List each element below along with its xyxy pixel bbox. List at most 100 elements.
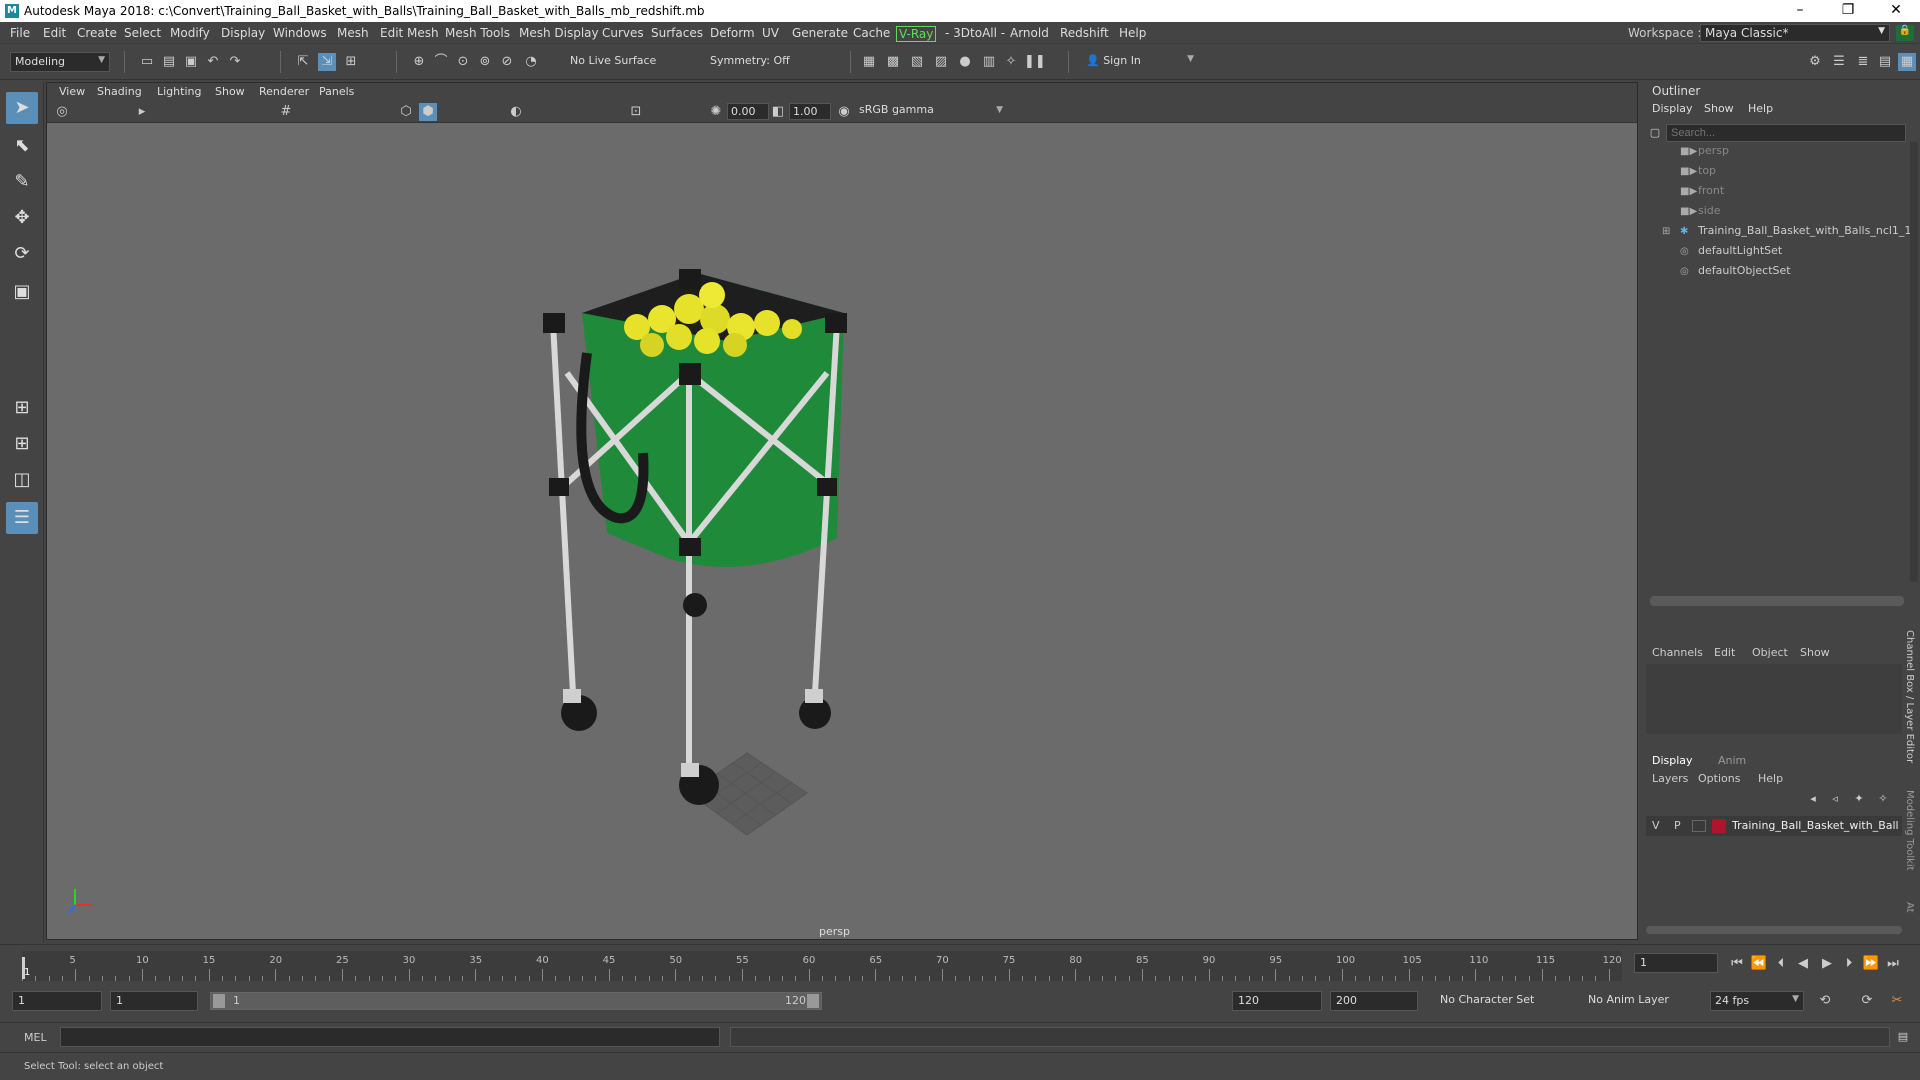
select-component-icon[interactable]: ⊞ [342, 53, 360, 71]
step-forward-key-icon[interactable]: ⏩ [1862, 955, 1880, 973]
menu-create[interactable]: Create [77, 26, 117, 40]
color-management-icon[interactable]: ◉ [835, 103, 853, 121]
menu-mesh-tools[interactable]: Mesh Tools [445, 26, 510, 40]
menu-select[interactable]: Select [124, 26, 161, 40]
live-icon[interactable]: ◔ [522, 53, 540, 71]
play-forwards-icon[interactable]: ▶ [1818, 955, 1836, 973]
render-frame-icon[interactable]: ▦ [860, 53, 878, 71]
move-layer-up-icon[interactable]: ◂ [1804, 790, 1822, 808]
menu-cache[interactable]: Cache [853, 26, 890, 40]
layer-tab-display[interactable]: Display [1652, 754, 1693, 767]
paint-select-tool-icon[interactable]: ✎ [6, 166, 38, 198]
vp-menu-view[interactable]: View [59, 85, 85, 98]
camera-select-icon[interactable]: ◎ [53, 103, 71, 121]
viewport-panel[interactable]: View Shading Lighting Show Renderer Pane… [46, 82, 1638, 940]
script-editor-icon[interactable]: ▤ [1894, 1028, 1912, 1046]
menu-edit-mesh[interactable]: Edit Mesh [380, 26, 439, 40]
two-view-icon[interactable]: ◫ [6, 464, 38, 496]
grid-icon[interactable]: # [277, 103, 295, 121]
modeling-toolkit-tab[interactable]: Modeling Toolkit [1904, 790, 1915, 871]
lasso-tool-icon[interactable]: ⬉ [6, 130, 38, 162]
playback-end-input[interactable]: 120 [1232, 991, 1322, 1011]
outliner-menu-display[interactable]: Display [1652, 102, 1693, 115]
snap-surface-icon[interactable]: ⊘ [498, 53, 516, 71]
outliner-menu-help[interactable]: Help [1748, 102, 1773, 115]
snap-grid-icon[interactable]: ⊕ [410, 53, 428, 71]
select-tool-icon[interactable]: ➤ [6, 92, 38, 124]
rotate-tool-icon[interactable]: ⟳ [6, 238, 38, 270]
workspace-select[interactable]: Maya Classic* ▼ [1700, 24, 1890, 42]
layer-menu-options[interactable]: Options [1698, 772, 1740, 785]
layer-menu-layers[interactable]: Layers [1652, 772, 1688, 785]
outliner-layout-icon[interactable]: ☰ [6, 502, 38, 534]
render-sequence-icon[interactable]: ▩ [884, 53, 902, 71]
snap-point-icon[interactable]: ⊙ [454, 53, 472, 71]
menu-3dtoall[interactable]: - 3DtoAll - [945, 26, 1005, 40]
menu-arnold[interactable]: Arnold [1010, 26, 1049, 40]
vp-menu-renderer[interactable]: Renderer [259, 85, 309, 98]
layer-visibility-toggle[interactable]: V [1652, 819, 1660, 832]
lock-icon[interactable]: 🔒 [1896, 25, 1914, 41]
layer-menu-help[interactable]: Help [1758, 772, 1783, 785]
isolate-icon[interactable]: ⊡ [627, 103, 645, 121]
gamma-input[interactable]: 1.00 [789, 103, 831, 120]
exposure-icon[interactable]: ✺ [707, 103, 725, 121]
step-forward-frame-icon[interactable]: ⏵ [1840, 955, 1858, 973]
menu-display[interactable]: Display [221, 26, 265, 40]
maximize-button[interactable]: ❐ [1828, 2, 1868, 18]
outliner-toggle-icon[interactable]: ▦ [1898, 53, 1916, 71]
range-start-handle[interactable] [213, 994, 225, 1008]
menu-help[interactable]: Help [1119, 26, 1146, 40]
outliner-item-side[interactable]: ■▶side [1680, 204, 1721, 222]
smooth-shade-icon[interactable]: ⬢ [419, 103, 437, 121]
redo-icon[interactable]: ↷ [226, 53, 244, 71]
outliner-item-default-object-set[interactable]: ◎ defaultObjectSet [1680, 264, 1791, 282]
expand-plus-icon[interactable]: ⊞ [1662, 226, 1676, 237]
menu-generate[interactable]: Generate [792, 26, 848, 40]
outliner-item-persp[interactable]: ■▶persp [1680, 144, 1729, 162]
vp-menu-panels[interactable]: Panels [319, 85, 354, 98]
channels-menu-edit[interactable]: Edit [1714, 646, 1735, 659]
menu-redshift[interactable]: Redshift [1060, 26, 1109, 40]
snap-view-icon[interactable]: ⊚ [476, 53, 494, 71]
outliner-search-input[interactable] [1666, 124, 1906, 142]
menu-mesh[interactable]: Mesh [337, 26, 369, 40]
outliner-item-top[interactable]: ■▶top [1680, 164, 1716, 182]
layer-tab-anim[interactable]: Anim [1718, 754, 1746, 767]
select-hierarchy-icon[interactable]: ⇱ [294, 53, 312, 71]
go-to-end-icon[interactable]: ⏭ [1884, 955, 1902, 973]
animation-end-input[interactable]: 200 [1330, 991, 1418, 1011]
step-back-frame-icon[interactable]: ⏴ [1772, 955, 1790, 973]
menu-curves[interactable]: Curves [602, 26, 644, 40]
gamma-icon[interactable]: ◧ [769, 103, 787, 121]
menu-deform[interactable]: Deform [710, 26, 755, 40]
new-layer-selected-icon[interactable]: ✧ [1874, 790, 1892, 808]
go-to-start-icon[interactable]: ⏮ [1728, 955, 1746, 973]
channels-menu-object[interactable]: Object [1752, 646, 1788, 659]
single-perspective-icon[interactable]: ⊞ [6, 392, 38, 424]
outliner-item-default-light-set[interactable]: ◎ defaultLightSet [1680, 244, 1782, 262]
undo-icon[interactable]: ↶ [204, 53, 222, 71]
sign-in-button[interactable]: 👤 Sign In ▼ [1082, 52, 1198, 72]
character-set-select[interactable]: No Character Set [1436, 991, 1548, 1011]
attribute-editor-icon[interactable]: ☰ [1830, 53, 1848, 71]
wireframe-icon[interactable]: ⬡ [397, 103, 415, 121]
menu-file[interactable]: File [10, 26, 30, 40]
shadows-icon[interactable]: ◐ [507, 103, 525, 121]
mode-select[interactable]: Modeling ▼ [10, 52, 110, 72]
open-scene-icon[interactable]: ▤ [160, 53, 178, 71]
channel-box-tab[interactable]: Channel Box / Layer Editor [1904, 630, 1915, 763]
menu-windows[interactable]: Windows [273, 26, 327, 40]
move-tool-icon[interactable]: ✥ [6, 202, 38, 234]
layer-row[interactable]: V P Training_Ball_Basket_with_Ball [1646, 816, 1902, 836]
range-bar[interactable]: 1 120 [210, 992, 822, 1010]
minimize-button[interactable]: – [1780, 2, 1820, 18]
move-layer-down-icon[interactable]: ◃ [1826, 790, 1844, 808]
ipr-icon[interactable]: ▧ [908, 53, 926, 71]
outliner-horizontal-scrollbar[interactable] [1650, 596, 1904, 606]
colorspace-select[interactable]: sRGB gamma ▼ [855, 103, 1007, 120]
new-layer-icon[interactable]: ✦ [1850, 790, 1868, 808]
fps-select[interactable]: 24 fps ▼ [1710, 991, 1804, 1011]
channel-box-icon[interactable]: ▤ [1876, 53, 1894, 71]
filter-icon[interactable]: ▢ [1646, 124, 1664, 142]
